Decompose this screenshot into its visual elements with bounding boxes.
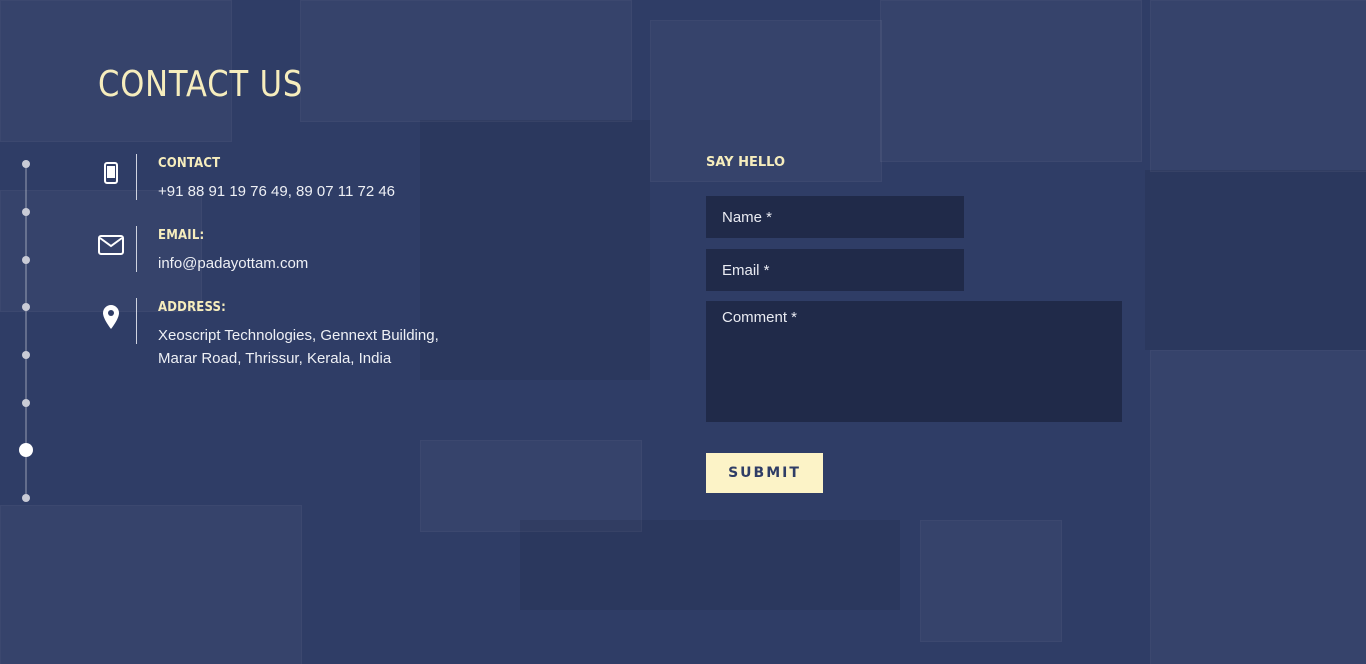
divider [136, 226, 137, 272]
comment-field[interactable] [706, 301, 1122, 422]
email-link[interactable]: info@padayottam.com [158, 252, 308, 275]
nav-dot-active[interactable] [19, 443, 33, 457]
nav-dot[interactable] [22, 494, 30, 502]
page-title: CONTACT US [98, 64, 304, 106]
address-text: Xeoscript Technologies, Gennext Building… [158, 324, 439, 370]
phone-numbers: +91 88 91 19 76 49, 89 07 11 72 46 [158, 183, 396, 200]
map-pin-icon [96, 300, 126, 334]
nav-dot[interactable] [22, 303, 30, 311]
address-line-2: Marar Road, Thrissur, Kerala, India [158, 350, 392, 367]
nav-dot[interactable] [22, 208, 30, 216]
name-field[interactable] [706, 196, 964, 238]
submit-button[interactable]: SUBMIT [706, 453, 823, 493]
form-heading: SAY HELLO [706, 155, 786, 170]
nav-dot[interactable] [22, 351, 30, 359]
mobile-phone-icon [96, 156, 126, 190]
section-dot-navigation [19, 160, 33, 502]
address-line-1: Xeoscript Technologies, Gennext Building… [158, 327, 439, 344]
envelope-icon [96, 228, 126, 262]
divider [136, 154, 137, 200]
contact-label: CONTACT [158, 156, 221, 171]
divider [136, 298, 137, 344]
nav-dot[interactable] [22, 256, 30, 264]
nav-dot[interactable] [22, 160, 30, 168]
nav-dot[interactable] [22, 399, 30, 407]
address-label: ADDRESS: [158, 300, 227, 315]
email-field[interactable] [706, 249, 964, 291]
email-label: EMAIL: [158, 228, 205, 243]
